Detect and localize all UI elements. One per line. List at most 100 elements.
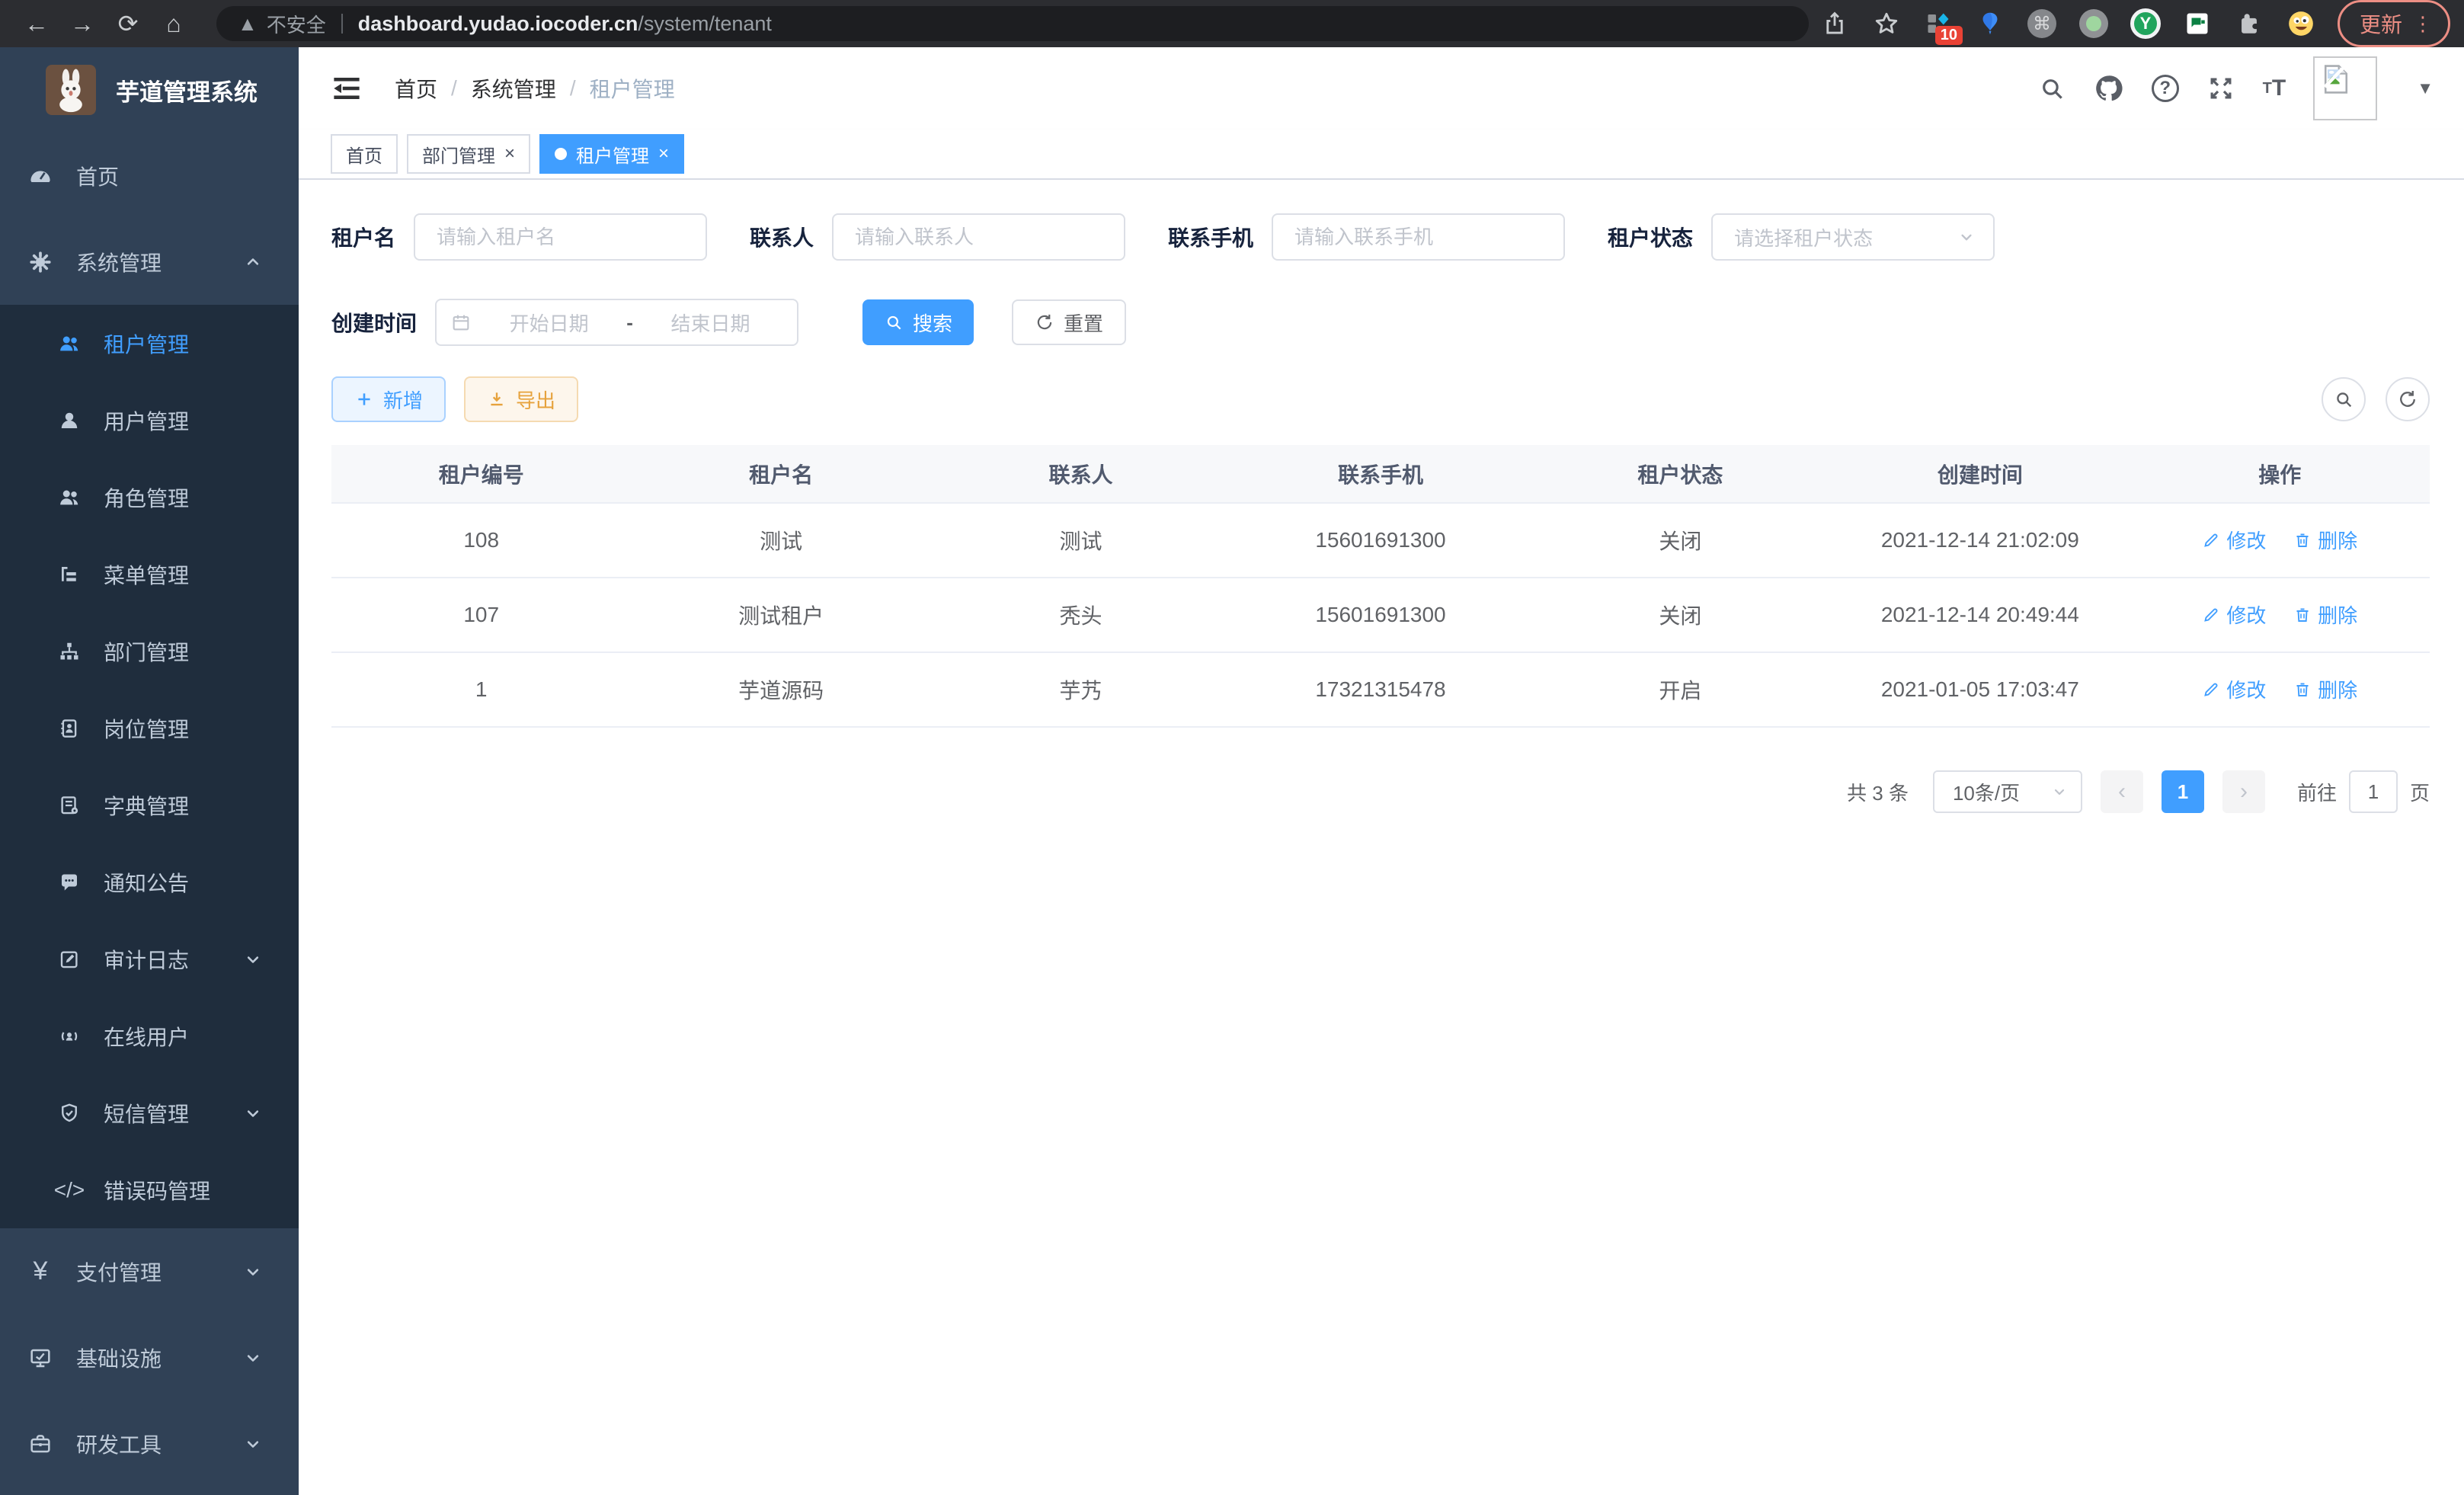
home-icon[interactable]: ⌂ xyxy=(151,10,197,38)
chrome-update-menu-button[interactable]: 更新 ⋮ xyxy=(2338,0,2450,47)
status-select[interactable]: 请选择租户状态 xyxy=(1711,213,1995,261)
page-unit-label: 页 xyxy=(2410,778,2430,806)
forward-icon[interactable]: → xyxy=(59,10,105,38)
edit-button[interactable]: 修改 xyxy=(2202,675,2266,703)
font-size-icon[interactable]: TT xyxy=(2263,75,2286,101)
chevron-down-icon xyxy=(242,1347,264,1369)
back-icon[interactable]: ← xyxy=(14,10,59,38)
sidebar: 芋道管理系统 首页 系统管理 租户管理 用户管理 角色管理 xyxy=(0,47,299,1495)
contact-input[interactable] xyxy=(832,213,1125,261)
breadcrumb: 首页 / 系统管理 / 租户管理 xyxy=(395,73,675,104)
next-page-button[interactable]: › xyxy=(2222,770,2265,813)
shield-check-icon xyxy=(56,1100,82,1126)
avatar[interactable] xyxy=(2313,56,2377,120)
chat-extension-icon[interactable] xyxy=(2182,8,2213,39)
search-button[interactable]: 搜索 xyxy=(862,299,974,345)
breadcrumb-system[interactable]: 系统管理 xyxy=(471,73,556,104)
refresh-table-button[interactable] xyxy=(2386,377,2430,421)
delete-button[interactable]: 删除 xyxy=(2293,526,2357,554)
sidebar-item-pay[interactable]: ¥ 支付管理 xyxy=(0,1228,299,1314)
sidebar-item-notice[interactable]: 通知公告 xyxy=(0,844,299,920)
gear-icon xyxy=(27,249,53,275)
cell-name: 芋道源码 xyxy=(631,652,930,727)
goto-page-input[interactable] xyxy=(2349,770,2398,813)
reload-icon[interactable]: ⟳ xyxy=(105,9,151,38)
tab-home[interactable]: 首页 xyxy=(331,134,398,174)
sidebar-item-role[interactable]: 角色管理 xyxy=(0,459,299,536)
sidebar-item-online-user[interactable]: 在线用户 xyxy=(0,997,299,1074)
sidebar-item-post[interactable]: 岗位管理 xyxy=(0,690,299,767)
delete-button[interactable]: 删除 xyxy=(2293,600,2357,629)
sidebar-item-label: 首页 xyxy=(76,161,119,191)
sidebar-item-menu[interactable]: 菜单管理 xyxy=(0,536,299,613)
page-1-button[interactable]: 1 xyxy=(2162,770,2204,813)
sidebar-item-dict[interactable]: 字典管理 xyxy=(0,767,299,844)
chevron-down-icon xyxy=(242,1433,264,1455)
sidebar-item-system[interactable]: 系统管理 xyxy=(0,219,299,305)
date-range-picker[interactable]: 开始日期 - 结束日期 xyxy=(435,299,798,346)
edit-button[interactable]: 修改 xyxy=(2202,600,2266,629)
date-separator: - xyxy=(622,311,638,335)
edit-button[interactable]: 修改 xyxy=(2202,526,2266,554)
extensions-puzzle-icon[interactable] xyxy=(2234,8,2264,39)
refresh-icon xyxy=(2397,389,2418,410)
add-button[interactable]: 新增 xyxy=(331,376,446,422)
phone-input[interactable] xyxy=(1272,213,1565,261)
y-extension-icon[interactable]: Y xyxy=(2130,8,2161,39)
cell-actions: 修改 删除 xyxy=(2130,652,2430,727)
share-icon[interactable] xyxy=(1819,8,1850,39)
reset-button[interactable]: 重置 xyxy=(1012,299,1126,345)
users-icon xyxy=(56,485,82,511)
emoji-extension-icon[interactable] xyxy=(2286,8,2316,39)
help-icon[interactable]: ? xyxy=(2152,75,2179,102)
avatar-caret-down-icon[interactable]: ▼ xyxy=(2417,78,2434,98)
browser-menu-dots-icon: ⋮ xyxy=(2413,12,2433,36)
tenant-name-input[interactable] xyxy=(414,213,707,261)
page-size-value: 10条/页 xyxy=(1953,778,2020,806)
active-dot xyxy=(555,148,567,160)
app-frame: 芋道管理系统 首页 系统管理 租户管理 用户管理 角色管理 xyxy=(0,47,2464,1495)
sidebar-item-home[interactable]: 首页 xyxy=(0,133,299,219)
filter-tenant-name: 租户名 xyxy=(331,213,707,261)
breadcrumb-home[interactable]: 首页 xyxy=(395,73,437,104)
sidebar-item-sms[interactable]: 短信管理 xyxy=(0,1074,299,1151)
sidebar-item-error-code[interactable]: </> 错误码管理 xyxy=(0,1151,299,1228)
url-path: /system/tenant xyxy=(638,12,772,36)
col-actions: 操作 xyxy=(2130,445,2430,503)
bookmark-star-icon[interactable] xyxy=(1871,8,1902,39)
page-size-select[interactable]: 10条/页 xyxy=(1933,770,2082,813)
close-icon[interactable]: × xyxy=(658,143,669,165)
github-icon[interactable] xyxy=(2094,73,2124,104)
cell-id: 108 xyxy=(331,503,631,578)
sidebar-item-dev-tools[interactable]: 研发工具 xyxy=(0,1401,299,1487)
prev-page-button[interactable]: ‹ xyxy=(2101,770,2143,813)
sidebar-item-infra[interactable]: 基础设施 xyxy=(0,1314,299,1401)
close-icon[interactable]: × xyxy=(504,143,515,165)
monitor-icon xyxy=(27,1345,53,1371)
sidebar-item-audit-log[interactable]: 审计日志 xyxy=(0,920,299,997)
address-bar[interactable]: ▲ 不安全 dashboard.yudao.iocoder.cn/system/… xyxy=(216,6,1809,41)
recorder-extension-icon[interactable] xyxy=(2078,8,2109,39)
sidebar-item-label: 研发工具 xyxy=(76,1429,162,1459)
fullscreen-icon[interactable] xyxy=(2206,74,2235,103)
search-icon[interactable] xyxy=(2037,74,2066,103)
brand[interactable]: 芋道管理系统 xyxy=(0,47,299,133)
table-row: 1 芋道源码 芋艿 17321315478 开启 2021-01-05 17:0… xyxy=(331,652,2430,727)
tab-manager-extension-icon[interactable]: 10 xyxy=(1923,8,1954,39)
navbar-right-cluster: ? TT ▼ xyxy=(2037,56,2434,120)
toggle-search-button[interactable] xyxy=(2322,377,2366,421)
sidebar-item-tenant[interactable]: 租户管理 xyxy=(0,305,299,382)
cell-time: 2021-12-14 21:02:09 xyxy=(1830,503,2130,578)
trash-icon xyxy=(2293,606,2312,624)
tab-dept[interactable]: 部门管理 × xyxy=(407,134,530,174)
chevron-down-icon xyxy=(242,1261,264,1282)
chevron-down-icon xyxy=(242,1103,264,1124)
sidebar-item-dept[interactable]: 部门管理 xyxy=(0,613,299,690)
sidebar-fold-icon[interactable] xyxy=(331,72,363,104)
delete-button[interactable]: 删除 xyxy=(2293,675,2357,703)
export-button[interactable]: 导出 xyxy=(464,376,578,422)
command-extension-icon[interactable]: ⌘ xyxy=(2027,8,2057,39)
sidebar-item-user[interactable]: 用户管理 xyxy=(0,382,299,459)
tab-tenant[interactable]: 租户管理 × xyxy=(539,134,684,174)
balloon-extension-icon[interactable] xyxy=(1975,8,2005,39)
